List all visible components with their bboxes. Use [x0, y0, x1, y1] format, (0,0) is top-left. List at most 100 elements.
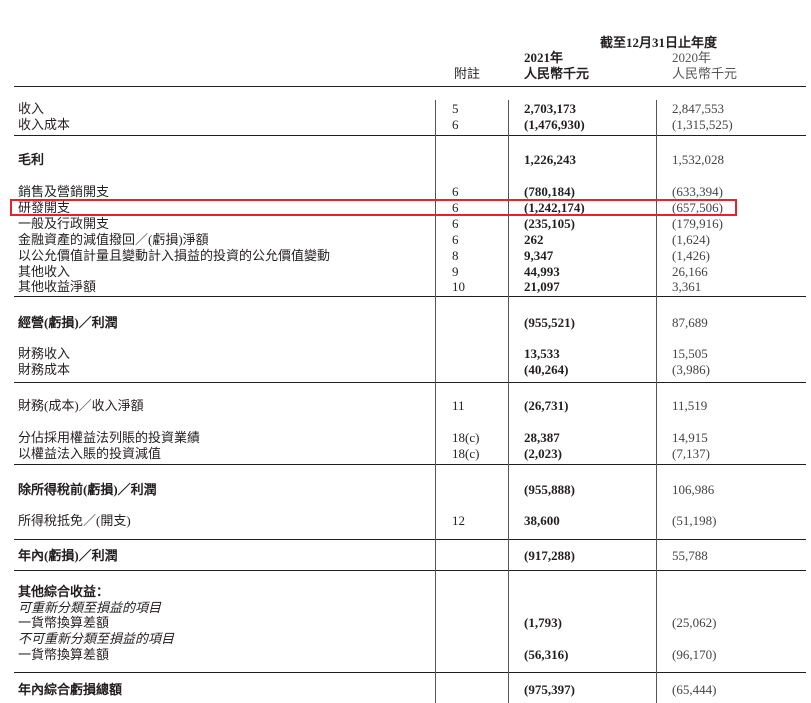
row-value-2020: (25,062)	[672, 615, 717, 630]
row-value-2021: (780,184)	[524, 184, 575, 199]
unit-2020-header: 人民幣千元	[672, 66, 738, 81]
row-label: 可重新分類至損益的項目	[18, 600, 162, 615]
table-row: 銷售及營銷開支 6 (780,184) (633,394)	[0, 184, 811, 200]
row-value-2021: (1,793)	[524, 615, 562, 630]
row-note: 6	[452, 216, 459, 231]
row-value-2020: 11,519	[672, 398, 708, 413]
table-row: 一貨幣換算差額 (56,316) (96,170)	[0, 647, 811, 663]
row-note: 8	[452, 248, 459, 263]
row-label: 除所得稅前(虧損)／利潤	[18, 482, 157, 497]
row-value-2021: (955,521)	[524, 315, 575, 330]
year-2020-header: 2020年	[672, 50, 712, 65]
row-value-2021: 1,226,243	[524, 152, 576, 167]
row-value-2020: 87,689	[672, 315, 708, 330]
row-value-2021: 21,097	[524, 279, 560, 294]
table-row: 所得稅抵免／(開支) 12 38,600 (51,198)	[0, 513, 811, 529]
row-value-2021: (975,397)	[524, 682, 575, 697]
divider	[14, 135, 806, 136]
row-label: 年內(虧損)／利潤	[18, 548, 118, 563]
row-note: 6	[452, 184, 459, 199]
divider	[14, 672, 806, 673]
table-row: 不可重新分類至損益的項目	[0, 631, 811, 647]
divider	[14, 570, 806, 571]
row-label: 銷售及營銷開支	[18, 184, 110, 199]
table-row: 毛利 1,226,243 1,532,028	[0, 152, 811, 168]
row-value-2020: 55,788	[672, 548, 708, 563]
row-label: 收入	[18, 101, 45, 116]
row-value-2020: 3,361	[672, 279, 702, 294]
row-value-2021: (955,888)	[524, 482, 575, 497]
row-value-2021: (2,023)	[524, 446, 562, 461]
row-label: 金融資產的減值撥回／(虧損)淨額	[18, 232, 209, 247]
row-note: 6	[452, 232, 459, 247]
table-row: 以公允價值計量且變動計入損益的投資的公允價值變動 8 9,347 (1,426)	[0, 248, 811, 264]
table-row: 以權益法入賬的投資減值 18(c) (2,023) (7,137)	[0, 446, 811, 462]
row-value-2020: (1,426)	[672, 248, 710, 263]
header-rule	[14, 86, 806, 87]
row-value-2020: (179,916)	[672, 216, 723, 231]
row-note: 12	[452, 513, 465, 528]
row-label: 經營(虧損)／利潤	[18, 315, 118, 330]
row-label: 年內綜合虧損總額	[18, 682, 123, 697]
divider	[14, 539, 806, 540]
year-2021-header: 2021年	[524, 50, 564, 65]
table-row: 年內(虧損)／利潤 (917,288) 55,788	[0, 548, 811, 564]
row-value-2021: 9,347	[524, 248, 554, 263]
row-value-2020: (96,170)	[672, 647, 717, 662]
row-value-2021: (1,476,930)	[524, 117, 585, 132]
row-value-2021: 262	[524, 232, 544, 247]
row-label: 不可重新分類至損益的項目	[18, 631, 175, 646]
table-row: 一貨幣換算差額 (1,793) (25,062)	[0, 615, 811, 631]
period-heading: 截至12月31日止年度	[600, 35, 718, 50]
row-value-2020: (1,624)	[672, 232, 710, 247]
row-label: 毛利	[18, 152, 45, 167]
highlight-box	[10, 199, 737, 216]
row-label: 其他收益淨額	[18, 279, 97, 294]
row-label: 收入成本	[18, 117, 71, 132]
row-label: 財務收入	[18, 346, 71, 361]
table-row: 財務成本 (40,264) (3,986)	[0, 362, 811, 378]
row-label: 財務(成本)／收入淨額	[18, 398, 144, 413]
row-value-2021: (917,288)	[524, 548, 575, 563]
row-value-2020: (1,315,525)	[672, 117, 733, 132]
table-row: 其他綜合收益：	[0, 584, 811, 600]
table-row: 其他收入 9 44,993 26,166	[0, 264, 811, 280]
row-note: 9	[452, 264, 459, 279]
row-value-2021: (235,105)	[524, 216, 575, 231]
table-row: 一般及行政開支 6 (235,105) (179,916)	[0, 216, 811, 232]
row-label: 其他收入	[18, 264, 71, 279]
table-row: 金融資產的減值撥回／(虧損)淨額 6 262 (1,624)	[0, 232, 811, 248]
row-value-2020: (65,444)	[672, 682, 717, 697]
row-value-2021: 2,703,173	[524, 101, 576, 116]
table-row: 財務(成本)／收入淨額 11 (26,731) 11,519	[0, 398, 811, 414]
row-value-2021: (40,264)	[524, 362, 569, 377]
row-label: 所得稅抵免／(開支)	[18, 513, 131, 528]
row-value-2021: 44,993	[524, 264, 560, 279]
divider	[14, 382, 806, 383]
row-note: 5	[452, 101, 459, 116]
row-value-2020: 15,505	[672, 346, 708, 361]
row-label: 分佔採用權益法列賬的投資業績	[18, 430, 201, 445]
table-row: 分佔採用權益法列賬的投資業績 18(c) 28,387 14,915	[0, 430, 811, 446]
table-row: 其他收益淨額 10 21,097 3,361	[0, 279, 811, 295]
row-value-2020: 2,847,553	[672, 101, 724, 116]
table-row: 經營(虧損)／利潤 (955,521) 87,689	[0, 315, 811, 331]
row-label: 以權益法入賬的投資減值	[18, 446, 162, 461]
unit-2021-header: 人民幣千元	[524, 66, 590, 81]
row-label: 一貨幣換算差額	[18, 615, 110, 630]
row-label: 以公允價值計量且變動計入損益的投資的公允價值變動	[18, 248, 331, 263]
table-row: 可重新分類至損益的項目	[0, 600, 811, 616]
divider	[14, 464, 806, 465]
table-row: 收入成本 6 (1,476,930) (1,315,525)	[0, 117, 811, 133]
divider	[14, 296, 806, 297]
row-value-2020: (51,198)	[672, 513, 717, 528]
notes-column-header: 附註	[454, 66, 481, 81]
table-row: 財務收入 13,533 15,505	[0, 346, 811, 362]
row-value-2020: (7,137)	[672, 446, 710, 461]
row-value-2021: (26,731)	[524, 398, 569, 413]
table-row: 除所得稅前(虧損)／利潤 (955,888) 106,986	[0, 482, 811, 498]
table-row: 收入 5 2,703,173 2,847,553	[0, 101, 811, 117]
row-value-2021: 38,600	[524, 513, 560, 528]
row-value-2020: 1,532,028	[672, 152, 724, 167]
row-value-2020: 14,915	[672, 430, 708, 445]
